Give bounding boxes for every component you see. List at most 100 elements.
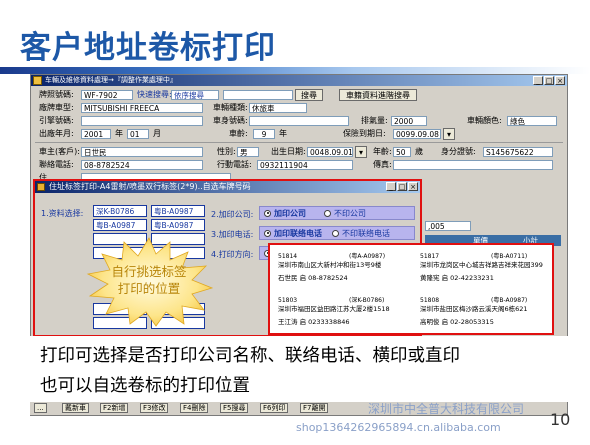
plate-cell[interactable]: 深K-B0786	[93, 205, 147, 217]
no-company-radio[interactable]: 不印公司	[320, 208, 366, 219]
print-phone-options: 加印联络电话 不印联络电话	[259, 226, 415, 240]
caption-line-2: 也可以自选卷标的打印位置	[40, 376, 250, 396]
minimize-button[interactable]: _	[533, 76, 543, 85]
plate-cell[interactable]: 粤B-A0987	[151, 219, 205, 231]
window-title: 车輛及維修資料處理→『調整作業處理中』	[45, 76, 177, 84]
displacement-label: 排氣量:	[361, 116, 388, 125]
fkey-button[interactable]: F6列印	[260, 403, 289, 413]
no-phone-radio[interactable]: 不印联络电话	[328, 228, 390, 239]
dialog-title: 住址标签打印-A4雷射/喷墨双行标签(2*9)..自选车牌号码	[49, 182, 251, 191]
dialog-maximize-button[interactable]: □	[397, 182, 407, 191]
phone-input[interactable]: 08-8782524	[81, 160, 203, 170]
dialog-minimize-button[interactable]: _	[386, 182, 396, 191]
insurance-picker-button[interactable]: ▾	[443, 128, 455, 140]
engine-input[interactable]	[81, 116, 203, 126]
month-unit: 月	[153, 129, 161, 138]
label-ref: (深K-B0786)	[349, 297, 385, 304]
fkey-button[interactable]: F2新增	[100, 403, 129, 413]
vehicle-age-label: 車齡:	[229, 129, 248, 138]
fax-label: 傳真:	[373, 160, 392, 169]
amount-field[interactable]: ,005	[425, 221, 471, 231]
displacement-input[interactable]: 2000	[391, 116, 427, 126]
year-unit: 年	[115, 129, 123, 138]
birth-label: 出生日期:	[271, 147, 306, 156]
print-phone-label: 3.加印电话:	[211, 230, 254, 239]
id-number-label: 身分證號:	[441, 147, 476, 156]
id-number-input[interactable]: S145675622	[483, 147, 553, 157]
fkey-button[interactable]: F5搜尋	[220, 403, 249, 413]
label-recipient: 黄隆宪 启 02-42233231	[420, 274, 494, 282]
owner-age-label: 年齡:	[373, 147, 392, 156]
quick-search-select[interactable]: 依序搜尋	[171, 90, 219, 100]
model-label: 廠牌車型:	[39, 103, 74, 112]
print-phone-radio[interactable]: 加印联络电话	[260, 228, 322, 239]
insurance-label: 保險到期日:	[343, 129, 386, 138]
label-print-preview: 51814 (粤A-A0987) 深圳市南山区大新村冲和街13号9楼 石世民 启…	[268, 243, 554, 335]
plate-cell[interactable]: 粤B-A0987	[93, 219, 147, 231]
search-button[interactable]: 搜尋	[295, 89, 323, 101]
label-address: 深圳市福田区益田路江苏大厦2楼1518	[278, 305, 390, 313]
fkey-button[interactable]: F3修改	[140, 403, 169, 413]
fkey-button[interactable]: 戴新車	[62, 403, 89, 413]
print-direction-label: 4.打印方向:	[211, 250, 254, 259]
label-recipient: 石世民 启 08-8782524	[278, 274, 348, 282]
label-zip: 51808	[420, 297, 440, 304]
print-company-radio[interactable]: 加印公司	[260, 208, 306, 219]
page-number: 10	[550, 410, 571, 429]
address-label-card: 51814 (粤A-A0987) 深圳市南山区大新村冲和街13号9楼 石世民 启…	[278, 251, 408, 291]
label-ref: (粤A-A0987)	[349, 253, 386, 260]
dialog-close-button[interactable]: ×	[408, 182, 418, 191]
owner-input[interactable]: 日世民	[81, 147, 203, 157]
app-icon	[33, 76, 42, 85]
fkey-button[interactable]: F7離開	[300, 403, 329, 413]
engine-label: 引擎號碼:	[39, 116, 74, 125]
month-select[interactable]: 01	[127, 129, 149, 139]
body-number-input[interactable]	[249, 116, 349, 126]
label-zip: 51814	[278, 253, 298, 260]
callout-text: 自行挑选标签 打印的位置	[111, 264, 187, 296]
mobile-input[interactable]: 0932111904	[257, 160, 353, 170]
maximize-button[interactable]: □	[544, 76, 554, 85]
print-company-options: 加印公司 不印公司	[259, 206, 415, 220]
owner-age-unit: 歲	[415, 147, 423, 156]
owner-age-input[interactable]: 50	[393, 147, 411, 157]
owner-label: 車主(客戶):	[39, 147, 80, 156]
dialog-icon	[37, 183, 45, 191]
label-address: 深圳市盐田区梅沙路云溪天阁6栋621	[420, 305, 528, 313]
plate-input[interactable]: WF-7902	[81, 90, 133, 100]
year-label: 出廠年月:	[39, 129, 74, 138]
birth-picker-button[interactable]: ▾	[355, 146, 367, 158]
label-ref: (粤B-A0987)	[491, 297, 528, 304]
model-input[interactable]: MITSUBISHI FREECA	[81, 103, 203, 113]
birth-input[interactable]: 0048.09.01	[307, 147, 353, 157]
quick-search-label: 快速搜尋:	[137, 90, 172, 99]
label-zip: 51817	[420, 253, 440, 260]
quick-search-input[interactable]	[223, 90, 293, 100]
label-address: 深圳市龙岗区中心城吉祥路吉祥来花园399	[420, 261, 543, 269]
fax-input[interactable]	[393, 160, 553, 170]
address-label-card: 51817 (粤B-A0711) 深圳市龙岗区中心城吉祥路吉祥来花园399 黄隆…	[420, 251, 550, 291]
print-company-label: 2.加印公司:	[211, 210, 254, 219]
label-address: 深圳市南山区大新村冲和街13号9楼	[278, 261, 382, 269]
fkey-button[interactable]: F4刪除	[180, 403, 209, 413]
vehicle-type-input[interactable]: 休旅車	[249, 103, 307, 113]
caption-line-1: 打印可选择是否打印公司名称、联络电话、横印或直印	[40, 346, 460, 366]
slide-title: 客户地址卷标打印	[20, 30, 276, 66]
fkey-button[interactable]: ...	[34, 403, 47, 413]
close-button[interactable]: ×	[555, 76, 565, 85]
data-select-label: 1.资料选择:	[41, 209, 84, 218]
label-zip: 51803	[278, 297, 298, 304]
color-input[interactable]: 綠色	[507, 116, 557, 126]
title-underline-bar	[0, 67, 590, 74]
advanced-search-button[interactable]: 車籍資料進階搜尋	[339, 89, 417, 101]
section-divider	[35, 142, 563, 143]
vehicle-age-input[interactable]: 9	[253, 129, 275, 139]
sex-select[interactable]: 男	[237, 147, 259, 157]
color-label: 車輛顏色:	[467, 116, 502, 125]
plate-cell[interactable]: 粤B-A0987	[151, 205, 205, 217]
insurance-input[interactable]: 0099.09.08	[393, 129, 441, 139]
body-number-label: 車身號碼:	[213, 116, 248, 125]
year-select[interactable]: 2001	[81, 129, 111, 139]
watermark-company: 深圳市中全普大科技有限公司	[368, 402, 525, 416]
watermark-url: shop1364262965894.cn.alibaba.com	[296, 421, 501, 434]
